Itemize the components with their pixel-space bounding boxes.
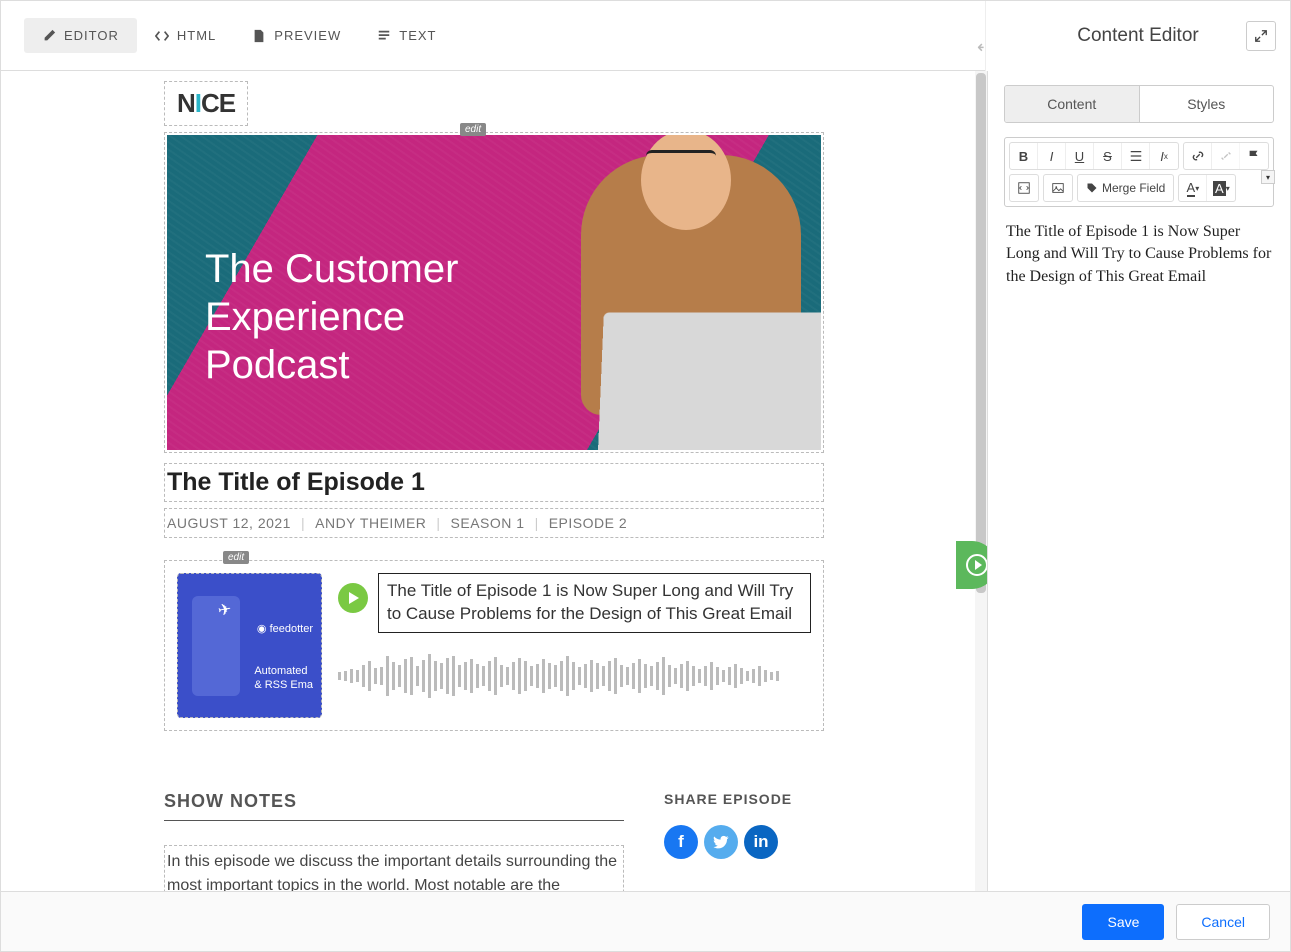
hero-block[interactable]: edit The Customer Experience Podcast (164, 132, 824, 453)
italic-button[interactable]: I (1038, 143, 1066, 169)
hero-line-2: Experience (205, 293, 458, 341)
meta-date: AUGUST 12, 2021 (167, 515, 291, 531)
play-button[interactable] (338, 583, 368, 613)
podcast-thumbnail[interactable]: ✈ ◉ feedotter Automated & RSS Ema (177, 573, 322, 718)
code-icon (155, 29, 169, 43)
pencil-icon (42, 29, 56, 43)
cancel-button[interactable]: Cancel (1176, 904, 1270, 940)
tab-preview[interactable]: PREVIEW (234, 18, 359, 53)
source-button[interactable] (1010, 175, 1038, 201)
logo-text: NICE (177, 88, 235, 118)
meta-sep: | (301, 515, 305, 531)
facebook-icon[interactable]: f (664, 825, 698, 859)
scrollbar[interactable] (975, 71, 987, 893)
top-toolbar: EDITOR HTML PREVIEW TEXT ⇠⇢ Content Edit… (1, 1, 1290, 71)
logo-block[interactable]: NICE (164, 81, 248, 126)
expand-icon (1254, 29, 1268, 43)
source-icon (1017, 181, 1031, 195)
hero-line-1: The Customer (205, 245, 458, 293)
meta-block[interactable]: AUGUST 12, 2021 | ANDY THEIMER | SEASON … (164, 508, 824, 538)
player-block[interactable]: edit ✈ ◉ feedotter Automated & RSS Ema (164, 560, 824, 731)
view-tabs: EDITOR HTML PREVIEW TEXT (24, 18, 454, 53)
tag-icon (1086, 182, 1098, 194)
meta-season: SEASON 1 (451, 515, 525, 531)
episode-title-block[interactable]: The Title of Episode 1 (164, 463, 824, 502)
unlink-icon (1219, 149, 1233, 163)
meta-author: ANDY THEIMER (315, 515, 426, 531)
image-icon (1051, 181, 1065, 195)
tab-text-label: TEXT (399, 28, 436, 43)
bg-color-button[interactable]: A▾ (1207, 175, 1235, 201)
tab-html-label: HTML (177, 28, 216, 43)
edit-badge[interactable]: edit (460, 123, 486, 136)
linkedin-icon[interactable]: in (744, 825, 778, 859)
panel-header: Content Editor (985, 1, 1290, 71)
lineheight-button[interactable] (1122, 143, 1150, 169)
tab-editor-label: EDITOR (64, 28, 119, 43)
player-title-text[interactable]: The Title of Episode 1 is Now Super Long… (378, 573, 811, 633)
tab-editor[interactable]: EDITOR (24, 18, 137, 53)
show-notes-heading: SHOW NOTES (164, 791, 624, 812)
text-color-button[interactable]: A▾ (1179, 175, 1207, 201)
flag-button[interactable] (1240, 143, 1268, 169)
tab-text[interactable]: TEXT (359, 18, 454, 53)
thumb-brand: ◉ feedotter (257, 622, 313, 635)
meta-episode: EPISODE 2 (549, 515, 627, 531)
panel-tab-content[interactable]: Content (1005, 86, 1140, 122)
waveform[interactable] (338, 651, 811, 701)
bold-button[interactable]: B (1010, 143, 1038, 169)
expand-button[interactable] (1246, 21, 1276, 51)
panel-expand-button[interactable] (956, 541, 987, 589)
link-button[interactable] (1184, 143, 1212, 169)
panel-tabs: Content Styles (1004, 85, 1274, 123)
save-button[interactable]: Save (1082, 904, 1164, 940)
hero-line-3: Podcast (205, 341, 458, 389)
merge-field-label: Merge Field (1102, 181, 1165, 195)
meta-sep: | (436, 515, 440, 531)
canvas-area: NICE edit The Customer Experience Podcas… (1, 71, 987, 893)
hero-title: The Customer Experience Podcast (205, 245, 458, 389)
lineheight-icon (1129, 149, 1143, 163)
episode-title: The Title of Episode 1 (167, 468, 821, 497)
flag-icon (1247, 149, 1261, 163)
tab-html[interactable]: HTML (137, 18, 234, 53)
bottom-bar: Save Cancel (1, 891, 1290, 951)
logo-part-1: N (177, 88, 195, 118)
strike-button[interactable]: S (1094, 143, 1122, 169)
clear-format-button[interactable]: Ix (1150, 143, 1178, 169)
email-template: NICE edit The Customer Experience Podcas… (164, 81, 824, 893)
tab-preview-label: PREVIEW (274, 28, 341, 43)
image-button[interactable] (1044, 175, 1072, 201)
scrollbar-thumb[interactable] (976, 73, 986, 593)
underline-button[interactable]: U (1066, 143, 1094, 169)
share-heading: SHARE EPISODE (664, 791, 824, 807)
merge-field-button[interactable]: Merge Field (1078, 175, 1173, 201)
edit-badge[interactable]: edit (223, 551, 249, 564)
panel-title: Content Editor (1077, 25, 1198, 47)
rte-content[interactable]: The Title of Episode 1 is Now Super Long… (1006, 221, 1272, 288)
link-icon (1191, 149, 1205, 163)
lines-icon (377, 29, 391, 43)
file-icon (252, 29, 266, 43)
logo-part-3: CE (201, 88, 235, 118)
thumb-sub: Automated & RSS Ema (254, 664, 313, 693)
show-notes-body[interactable]: In this episode we discuss the important… (164, 845, 624, 893)
panel-tab-styles[interactable]: Styles (1140, 86, 1274, 122)
twitter-icon[interactable] (704, 825, 738, 859)
toolbar-more-button[interactable]: ▾ (1261, 170, 1275, 184)
meta-sep: | (535, 515, 539, 531)
unlink-button[interactable] (1212, 143, 1240, 169)
hero-person-illustration (541, 135, 821, 450)
content-editor-panel: Content Styles B I U S Ix (987, 71, 1290, 893)
rte-toolbar: B I U S Ix Merge Field (1004, 137, 1274, 207)
